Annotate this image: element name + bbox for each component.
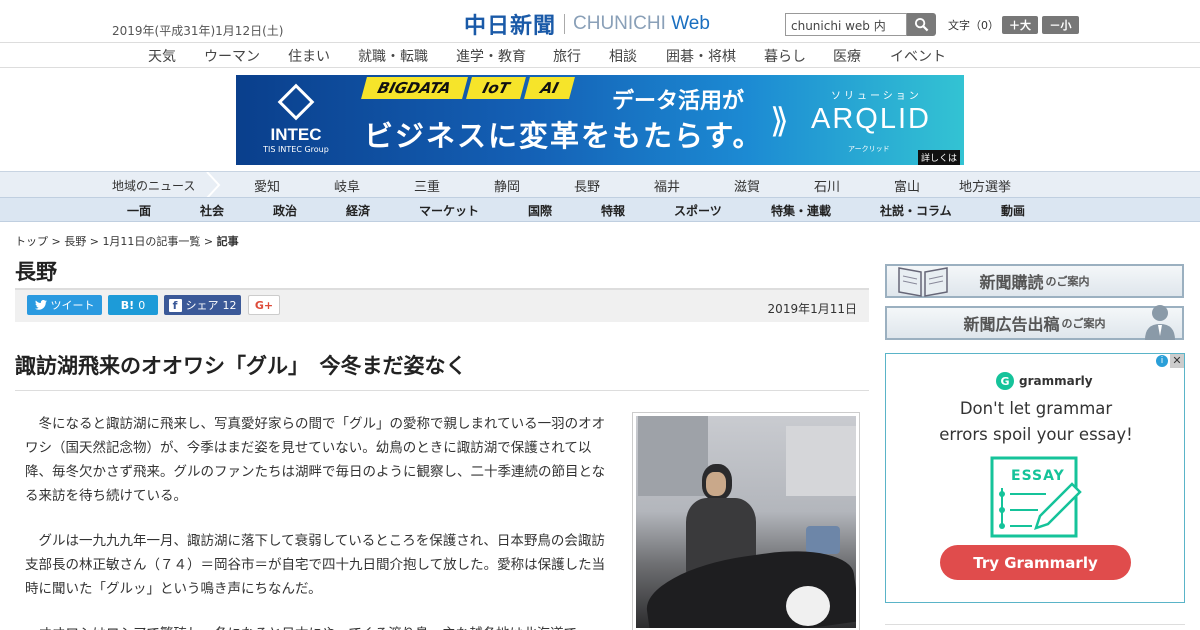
region-shizuoka[interactable]: 静岡 bbox=[494, 176, 520, 195]
chevron-right-icon bbox=[206, 172, 221, 198]
cat-editorials[interactable]: 社説・コラム bbox=[880, 202, 952, 219]
site-logo[interactable]: 中日新聞 CHUNICHI Web bbox=[464, 8, 710, 40]
ad-headline: Don't let grammar errors spoil your essa… bbox=[939, 399, 1133, 444]
top-nav-consult[interactable]: 相談 bbox=[609, 46, 637, 66]
open-book-icon bbox=[898, 267, 948, 297]
region-ishikawa[interactable]: 石川 bbox=[814, 176, 840, 195]
article-date: 2019年1月11日 bbox=[767, 302, 857, 316]
top-nav: 天気 ウーマン 住まい 就職・転職 進学・教育 旅行 相談 囲碁・将棋 暮らし … bbox=[0, 42, 1200, 68]
businessman-icon bbox=[1145, 305, 1175, 340]
cat-economy[interactable]: 経済 bbox=[346, 202, 370, 219]
region-toyama[interactable]: 富山 bbox=[894, 176, 920, 195]
breadcrumb-region[interactable]: 長野 bbox=[64, 235, 86, 248]
banner-more-link[interactable]: 詳しくは bbox=[918, 150, 961, 165]
essay-document-icon bbox=[990, 456, 1082, 538]
article-title: 諏訪湖飛来のオオワシ「グル」 今冬まだ姿なく bbox=[15, 354, 467, 378]
top-nav-woman[interactable]: ウーマン bbox=[204, 46, 260, 66]
region-gifu[interactable]: 岐阜 bbox=[334, 176, 360, 195]
article-paragraph-3: オオワシはロシアで繁殖し、冬になると日本にやってくる渡り鳥。主な越冬地は北海道で bbox=[25, 622, 615, 630]
top-nav-housing[interactable]: 住まい bbox=[288, 46, 330, 66]
font-smaller-button[interactable]: －小 bbox=[1042, 16, 1079, 34]
cat-society[interactable]: 社会 bbox=[200, 202, 224, 219]
cat-video[interactable]: 動画 bbox=[1001, 202, 1025, 219]
grammarly-logo-icon: G bbox=[996, 372, 1014, 390]
ad-close-icon[interactable]: ✕ bbox=[1170, 354, 1184, 368]
try-grammarly-button[interactable]: Try Grammarly bbox=[940, 545, 1131, 580]
font-bigger-button[interactable]: ＋大 bbox=[1002, 16, 1038, 34]
top-nav-events[interactable]: イベント bbox=[890, 46, 946, 66]
ad-grammarly[interactable]: i ✕ G grammarly Don't let grammar errors… bbox=[885, 353, 1185, 603]
region-shiga[interactable]: 滋賀 bbox=[734, 176, 760, 195]
google-plus-button[interactable]: G+ bbox=[248, 295, 280, 315]
logo-en: CHUNICHI Web bbox=[573, 13, 710, 34]
breadcrumb-list[interactable]: 1月11日の記事一覧 bbox=[102, 235, 200, 248]
cat-front[interactable]: 一面 bbox=[127, 202, 151, 219]
region-nav-label: 地域のニュース bbox=[112, 179, 196, 193]
tweet-button[interactable]: ツイート bbox=[27, 295, 102, 315]
breadcrumb: トップ > 長野 > 1月11日の記事一覧 > 記事 bbox=[15, 235, 239, 248]
top-nav-go-shogi[interactable]: 囲碁・将棋 bbox=[666, 46, 736, 66]
hatena-bookmark-button[interactable]: B! 0 bbox=[108, 295, 158, 315]
newspaper-ad-placement-button[interactable]: 新聞広告出稿 のご案内 bbox=[885, 305, 1184, 340]
top-nav-travel[interactable]: 旅行 bbox=[553, 46, 581, 66]
region-mie[interactable]: 三重 bbox=[414, 176, 440, 195]
article-paragraph-1: 冬になると諏訪湖に飛来し、写真愛好家らの間で「グル」の愛称で親しまれている一羽の… bbox=[25, 416, 606, 504]
region-nagano[interactable]: 長野 bbox=[574, 176, 600, 195]
title-divider bbox=[15, 390, 869, 391]
share-bar: ツイート B! 0 f シェア 12 G+ 2019年1月11日 bbox=[15, 288, 869, 322]
breadcrumb-current: 記事 bbox=[216, 235, 239, 248]
top-nav-jobs[interactable]: 就職・転職 bbox=[358, 46, 428, 66]
banner-product: ARQLID bbox=[811, 103, 931, 135]
facebook-icon: f bbox=[168, 298, 182, 312]
region-nav: 地域のニュース 愛知 岐阜 三重 静岡 長野 福井 滋賀 石川 富山 地方選挙 bbox=[0, 171, 1200, 198]
font-size-label: 文字（0） bbox=[948, 19, 999, 32]
twitter-bird-icon bbox=[34, 300, 47, 310]
top-nav-education[interactable]: 進学・教育 bbox=[456, 46, 526, 66]
chevrons-icon: ⟫ bbox=[770, 101, 789, 141]
hatena-b-icon: B! bbox=[120, 298, 135, 312]
logo-divider bbox=[564, 14, 566, 34]
top-nav-weather[interactable]: 天気 bbox=[148, 46, 176, 66]
sidebar-divider bbox=[885, 624, 1185, 625]
search-input[interactable]: chunichi web 内 bbox=[785, 13, 907, 36]
photo-man-with-eagle bbox=[636, 416, 856, 628]
section-title: 長野 bbox=[15, 260, 57, 284]
breadcrumb-top[interactable]: トップ bbox=[15, 235, 48, 248]
cat-market[interactable]: マーケット bbox=[419, 202, 479, 219]
banner-headline-1: データ活用が bbox=[612, 89, 745, 114]
cat-international[interactable]: 国際 bbox=[528, 202, 552, 219]
banner-brand: INTEC TIS INTEC Group bbox=[256, 83, 336, 154]
article-paragraph-2: グルは一九九九年一月、諏訪湖に落下して衰弱しているところを保護され、日本野鳥の会… bbox=[25, 533, 606, 597]
cat-features[interactable]: 特集・連載 bbox=[771, 202, 831, 219]
cat-special-report[interactable]: 特報 bbox=[601, 202, 625, 219]
banner-product-sub: アークリッド bbox=[848, 145, 890, 153]
top-nav-medical[interactable]: 医療 bbox=[833, 46, 861, 66]
banner-solution-label: ソリューション bbox=[831, 91, 922, 102]
ad-banner-intec[interactable]: INTEC TIS INTEC Group BIGDATA IoT AI データ… bbox=[236, 75, 964, 165]
search-icon bbox=[914, 17, 929, 32]
ad-info-icon[interactable]: i bbox=[1156, 355, 1168, 367]
banner-tags: BIGDATA IoT AI bbox=[361, 77, 576, 99]
top-nav-living[interactable]: 暮らし bbox=[764, 46, 806, 66]
cat-sports[interactable]: スポーツ bbox=[674, 202, 722, 219]
current-date: 2019年(平成31年)1月12日(土) bbox=[112, 24, 284, 38]
banner-headline-2: ビジネスに変革をもたらす。 bbox=[364, 119, 764, 153]
grammarly-brand: G grammarly bbox=[996, 372, 1093, 390]
cat-politics[interactable]: 政治 bbox=[273, 202, 297, 219]
article-photo[interactable] bbox=[632, 412, 860, 630]
intec-logo-icon bbox=[277, 83, 315, 121]
facebook-share-button[interactable]: f シェア 12 bbox=[164, 295, 241, 315]
region-fukui[interactable]: 福井 bbox=[654, 176, 680, 195]
region-local-elections[interactable]: 地方選挙 bbox=[959, 176, 1011, 195]
essay-label: ESSAY bbox=[1011, 468, 1065, 484]
category-nav: 一面 社会 政治 経済 マーケット 国際 特報 スポーツ 特集・連載 社説・コラ… bbox=[0, 197, 1200, 222]
region-aichi[interactable]: 愛知 bbox=[254, 176, 280, 195]
logo-jp: 中日新聞 bbox=[464, 13, 557, 39]
newspaper-subscription-button[interactable]: 新聞購読 のご案内 bbox=[885, 264, 1184, 298]
search-button[interactable] bbox=[907, 13, 936, 36]
